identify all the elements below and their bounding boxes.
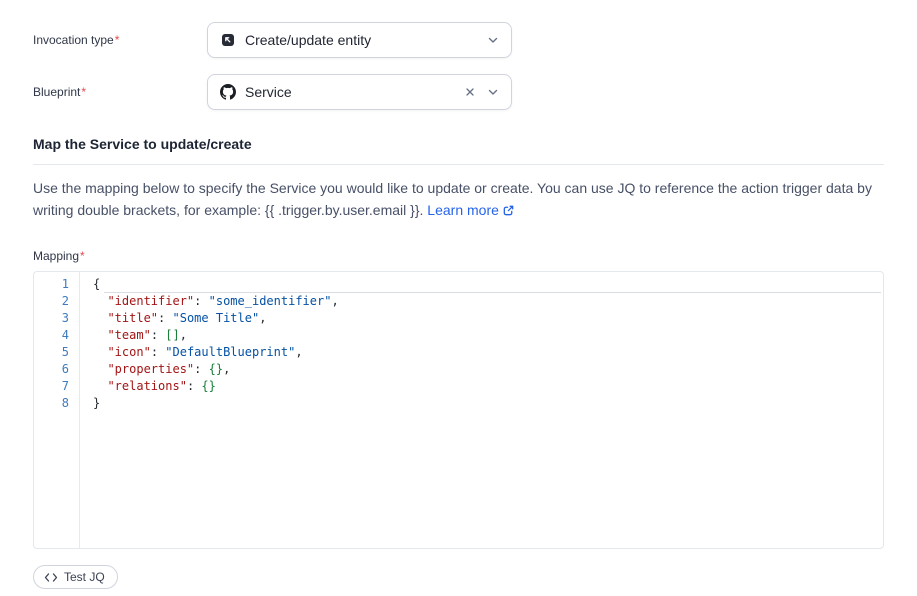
code-line: "title": "Some Title", — [93, 310, 875, 327]
line-number: 5 — [34, 344, 69, 361]
code-line: "properties": {}, — [93, 361, 875, 378]
entity-icon — [220, 32, 236, 48]
section-title: Map the Service to update/create — [33, 136, 884, 152]
chevron-down-icon — [487, 86, 499, 98]
test-jq-label: Test JQ — [64, 570, 105, 584]
blueprint-select[interactable]: Service — [207, 74, 512, 110]
code-line: "icon": "DefaultBlueprint", — [93, 344, 875, 361]
invocation-type-value: Create/update entity — [245, 32, 478, 48]
mapping-editor[interactable]: 12345678 { "identifier": "some_identifie… — [33, 271, 884, 549]
footer-bar: Test JQ — [33, 565, 884, 589]
line-number: 4 — [34, 327, 69, 344]
section-description: Use the mapping below to specify the Ser… — [33, 177, 884, 223]
invocation-type-select[interactable]: Create/update entity — [207, 22, 512, 58]
editor-first-line-rule — [104, 292, 881, 293]
line-number: 6 — [34, 361, 69, 378]
code-line: "identifier": "some_identifier", — [93, 293, 875, 310]
required-asterisk: * — [81, 85, 86, 99]
clear-icon[interactable] — [462, 84, 478, 100]
code-line: { — [93, 276, 875, 293]
line-number: 7 — [34, 378, 69, 395]
github-icon — [220, 84, 236, 100]
action-mapping-form: Invocation type* Create/update entity Bl… — [0, 0, 917, 589]
invocation-type-label: Invocation type* — [33, 33, 207, 47]
line-number: 3 — [34, 310, 69, 327]
required-asterisk: * — [115, 33, 120, 47]
blueprint-row: Blueprint* Service — [33, 74, 884, 110]
external-link-icon — [502, 201, 515, 223]
code-line: } — [93, 395, 875, 412]
invocation-type-row: Invocation type* Create/update entity — [33, 22, 884, 58]
learn-more-link[interactable]: Learn more — [427, 202, 515, 218]
mapping-label-text: Mapping — [33, 249, 79, 263]
editor-code: { "identifier": "some_identifier", "titl… — [80, 272, 883, 548]
mapping-label: Mapping* — [33, 249, 884, 263]
line-number: 2 — [34, 293, 69, 310]
invocation-type-label-text: Invocation type — [33, 33, 114, 47]
editor-gutter: 12345678 — [34, 272, 80, 548]
line-number: 1 — [34, 276, 69, 293]
test-jq-button[interactable]: Test JQ — [33, 565, 118, 589]
blueprint-label: Blueprint* — [33, 85, 207, 99]
code-icon — [44, 572, 58, 583]
blueprint-value: Service — [245, 84, 453, 100]
learn-more-label: Learn more — [427, 202, 499, 218]
line-number: 8 — [34, 395, 69, 412]
blueprint-label-text: Blueprint — [33, 85, 80, 99]
code-line: "team": [], — [93, 327, 875, 344]
required-asterisk: * — [80, 249, 85, 263]
chevron-down-icon — [487, 34, 499, 46]
code-line: "relations": {} — [93, 378, 875, 395]
section-divider — [33, 164, 884, 165]
